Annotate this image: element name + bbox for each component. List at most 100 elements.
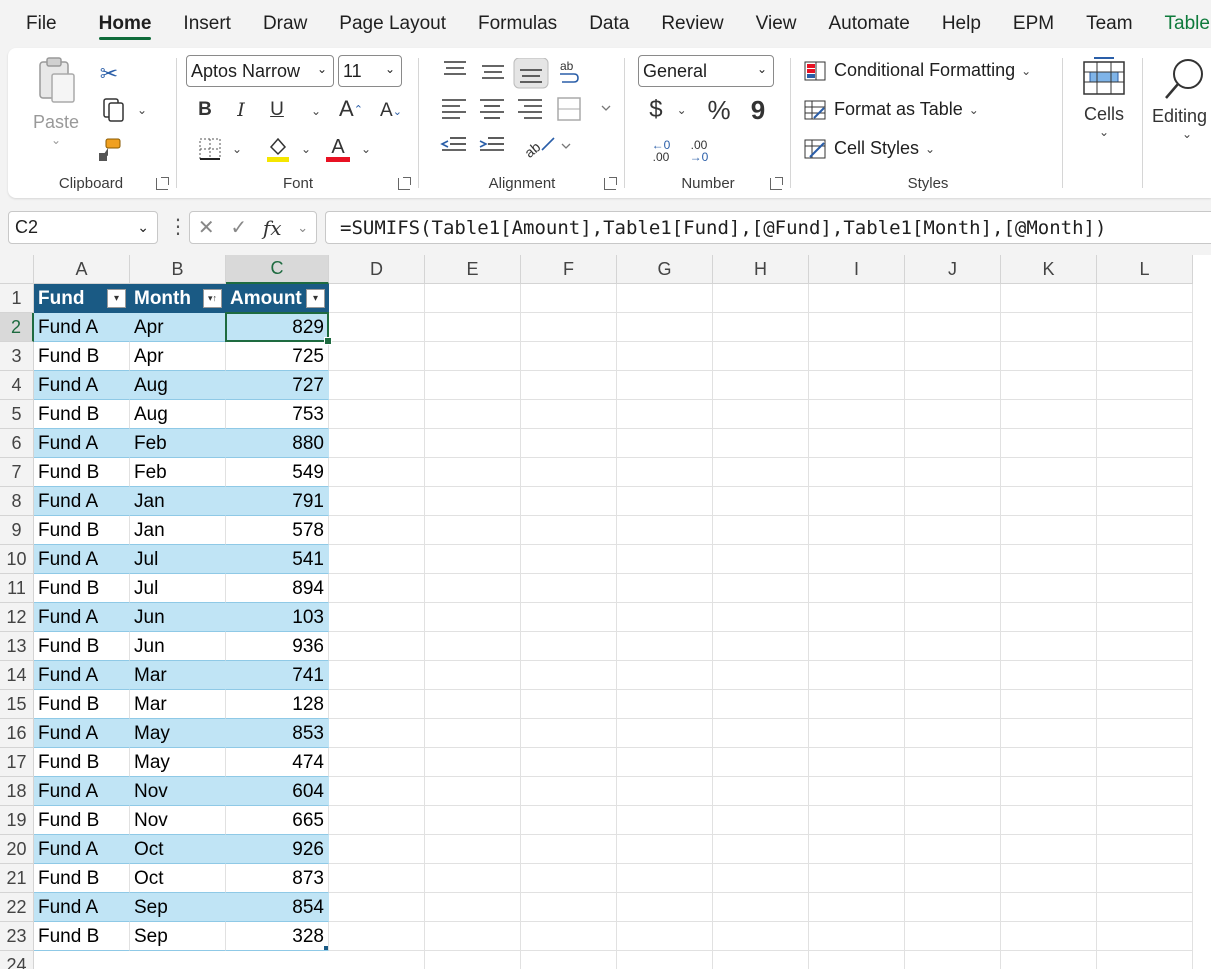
empty-cell[interactable] — [809, 864, 905, 893]
chevron-down-icon[interactable]: ⌄ — [311, 104, 321, 118]
column-header-j[interactable]: J — [905, 255, 1001, 284]
empty-cell[interactable] — [521, 661, 617, 690]
table-cell[interactable]: Fund B — [34, 574, 130, 603]
empty-cell[interactable] — [617, 835, 713, 864]
empty-cell[interactable] — [425, 574, 521, 603]
dialog-launcher-icon[interactable] — [156, 178, 168, 190]
empty-cell[interactable] — [1001, 429, 1097, 458]
empty-cell[interactable] — [905, 342, 1001, 371]
empty-cell[interactable] — [617, 864, 713, 893]
empty-cell[interactable] — [425, 487, 521, 516]
table-cell[interactable]: 578 — [226, 516, 329, 545]
empty-cell[interactable] — [809, 545, 905, 574]
alignment-icons[interactable]: ab ab — [432, 58, 612, 168]
empty-cell[interactable] — [617, 632, 713, 661]
name-box[interactable]: C2 ⌄ — [8, 211, 158, 244]
empty-cell[interactable] — [1001, 951, 1097, 969]
empty-cell[interactable] — [713, 603, 809, 632]
empty-cell[interactable] — [1001, 835, 1097, 864]
empty-cell[interactable] — [809, 632, 905, 661]
empty-cell[interactable] — [905, 429, 1001, 458]
empty-cell[interactable] — [425, 284, 521, 313]
empty-cell[interactable] — [521, 835, 617, 864]
empty-cell[interactable] — [1001, 690, 1097, 719]
table-cell[interactable]: Sep — [130, 893, 226, 922]
empty-cell[interactable] — [617, 487, 713, 516]
paste-button[interactable]: Paste ⌄ — [26, 56, 86, 156]
row-header[interactable]: 20 — [0, 835, 34, 864]
table-cell[interactable]: 128 — [226, 690, 329, 719]
empty-cell[interactable] — [1097, 661, 1193, 690]
table-cell[interactable]: May — [130, 719, 226, 748]
empty-cell[interactable] — [905, 603, 1001, 632]
empty-cell[interactable] — [713, 748, 809, 777]
empty-cell[interactable] — [1097, 487, 1193, 516]
empty-cell[interactable] — [1001, 400, 1097, 429]
sort-filter-icon[interactable]: ▾↑ — [203, 289, 222, 308]
tab-team[interactable]: Team — [1070, 0, 1148, 48]
empty-cell[interactable] — [809, 603, 905, 632]
empty-cell[interactable] — [425, 516, 521, 545]
table-cell[interactable]: Aug — [130, 371, 226, 400]
empty-cell[interactable] — [329, 632, 425, 661]
row-header[interactable]: 12 — [0, 603, 34, 632]
empty-cell[interactable] — [617, 574, 713, 603]
table-cell[interactable]: Fund B — [34, 806, 130, 835]
row-header[interactable]: 24 — [0, 951, 34, 969]
column-header-k[interactable]: K — [1001, 255, 1097, 284]
empty-cell[interactable] — [905, 719, 1001, 748]
empty-cell[interactable] — [329, 864, 425, 893]
empty-cell[interactable] — [713, 719, 809, 748]
empty-cell[interactable] — [1001, 313, 1097, 342]
empty-cell[interactable] — [329, 893, 425, 922]
copy-button[interactable]: ⌄ — [94, 96, 154, 124]
row-header[interactable]: 18 — [0, 777, 34, 806]
tab-table-design[interactable]: Table Design — [1149, 0, 1211, 48]
empty-cell[interactable] — [1001, 777, 1097, 806]
empty-cell[interactable] — [617, 893, 713, 922]
empty-cell[interactable] — [1097, 835, 1193, 864]
empty-cell[interactable] — [905, 458, 1001, 487]
empty-cell[interactable] — [809, 371, 905, 400]
empty-cell[interactable] — [1097, 806, 1193, 835]
table-cell[interactable]: Fund B — [34, 864, 130, 893]
empty-cell[interactable] — [521, 458, 617, 487]
bold-button[interactable]: B — [192, 96, 218, 124]
empty-cell[interactable] — [1097, 777, 1193, 806]
empty-cell[interactable] — [1001, 661, 1097, 690]
empty-cell[interactable] — [809, 342, 905, 371]
table-cell[interactable]: Fund B — [34, 748, 130, 777]
table-cell[interactable]: May — [130, 748, 226, 777]
empty-cell[interactable] — [521, 719, 617, 748]
empty-cell[interactable] — [809, 661, 905, 690]
empty-cell[interactable] — [521, 748, 617, 777]
empty-cell[interactable] — [809, 748, 905, 777]
empty-cell[interactable] — [713, 632, 809, 661]
empty-cell[interactable] — [617, 661, 713, 690]
empty-cell[interactable] — [1001, 806, 1097, 835]
empty-cell[interactable] — [425, 342, 521, 371]
row-header[interactable]: 10 — [0, 545, 34, 574]
empty-cell[interactable] — [809, 284, 905, 313]
table-cell[interactable]: 873 — [226, 864, 329, 893]
table-cell[interactable]: 727 — [226, 371, 329, 400]
table-cell[interactable]: 604 — [226, 777, 329, 806]
empty-cell[interactable] — [329, 516, 425, 545]
table-cell[interactable]: Fund A — [34, 719, 130, 748]
empty-cell[interactable] — [329, 400, 425, 429]
row-header[interactable]: 17 — [0, 748, 34, 777]
table-cell[interactable]: 753 — [226, 400, 329, 429]
row-header[interactable]: 3 — [0, 342, 34, 371]
borders-button[interactable]: ⌄ — [190, 134, 250, 164]
empty-cell[interactable] — [425, 864, 521, 893]
empty-cell[interactable] — [713, 458, 809, 487]
format-painter-button[interactable] — [94, 136, 124, 164]
table-cell[interactable]: Oct — [130, 835, 226, 864]
table-cell[interactable]: 854 — [226, 893, 329, 922]
empty-cell[interactable] — [617, 284, 713, 313]
empty-cell[interactable] — [1097, 313, 1193, 342]
empty-cell[interactable] — [1097, 893, 1193, 922]
empty-cell[interactable] — [713, 371, 809, 400]
table-cell[interactable]: 936 — [226, 632, 329, 661]
empty-cell[interactable] — [905, 284, 1001, 313]
